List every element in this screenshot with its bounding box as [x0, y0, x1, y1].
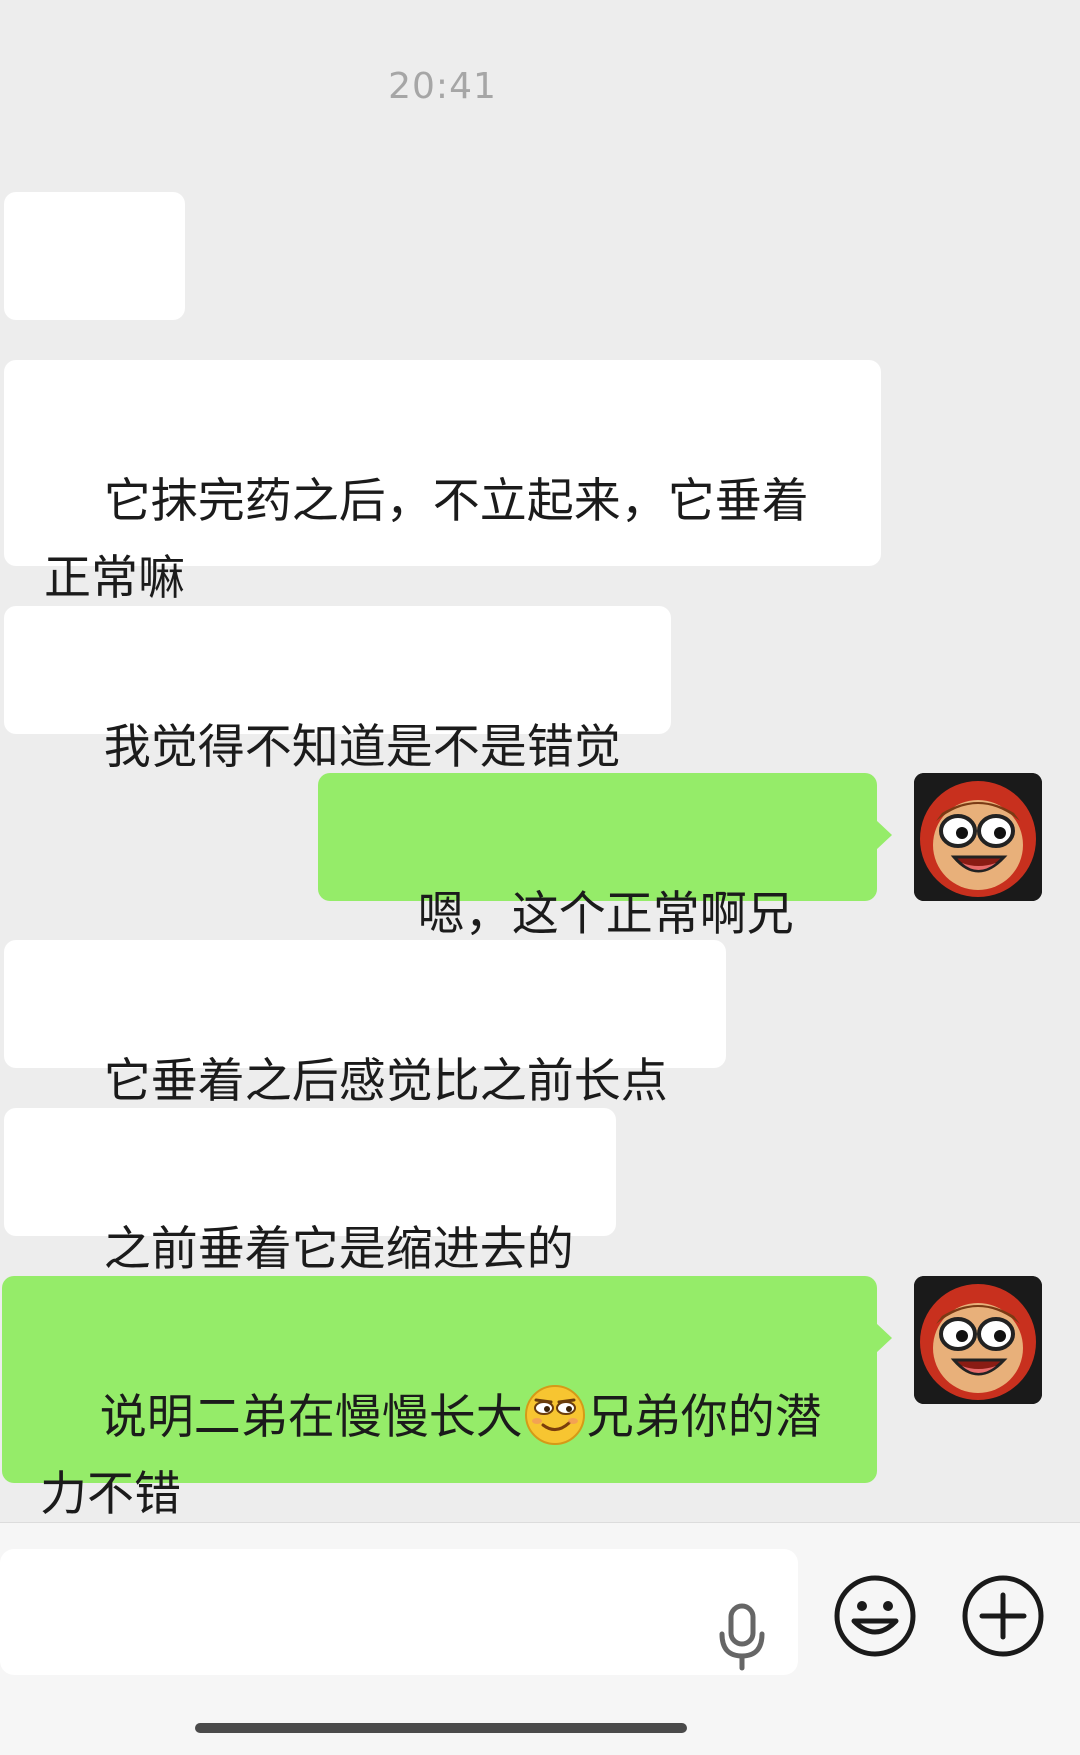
- message-input-bar: [0, 1522, 1080, 1755]
- message-text: 说明二弟在慢慢长大: [99, 1390, 523, 1445]
- cartoon-face-avatar-icon: [914, 1276, 1042, 1404]
- message-text: 它抹完药之后，不立起来，它垂着 正常嘛: [44, 474, 809, 606]
- message-text: 它垂着之后感觉比之前长点: [103, 1054, 668, 1109]
- chat-area[interactable]: 20:41 三哥 它抹完药之后，不立起来，它垂着 正常嘛 我觉得不知道是不是错觉…: [0, 0, 1080, 1522]
- smirk-emoji-icon: [524, 1385, 585, 1445]
- microphone-icon[interactable]: [716, 1602, 768, 1672]
- message-text: 之前垂着它是缩进去的: [103, 1222, 574, 1277]
- incoming-message-bubble[interactable]: 我觉得不知道是不是错觉: [4, 606, 671, 775]
- cartoon-face-avatar-icon: [914, 773, 1042, 901]
- incoming-message-bubble[interactable]: 三哥: [4, 192, 185, 438]
- message-text: 我觉得不知道是不是错觉: [103, 720, 621, 775]
- my-avatar[interactable]: [914, 1276, 1042, 1404]
- outgoing-message-bubble[interactable]: 嗯，这个正常啊兄弟: [318, 773, 892, 1019]
- incoming-message-bubble[interactable]: 之前垂着它是缩进去的: [4, 1108, 616, 1277]
- my-avatar[interactable]: [914, 773, 1042, 901]
- message-text-field[interactable]: [0, 1549, 798, 1675]
- home-indicator[interactable]: [195, 1723, 687, 1733]
- incoming-message-bubble[interactable]: 它抹完药之后，不立起来，它垂着 正常嘛: [4, 360, 881, 606]
- incoming-message-bubble[interactable]: 它垂着之后感觉比之前长点: [4, 940, 726, 1109]
- outgoing-message-bubble[interactable]: 说明二弟在慢慢长大 兄弟你的潜 力不错: [2, 1276, 892, 1522]
- emoji-icon[interactable]: [832, 1573, 918, 1659]
- message-timestamp: 20:41: [388, 66, 497, 107]
- plus-icon[interactable]: [960, 1573, 1046, 1659]
